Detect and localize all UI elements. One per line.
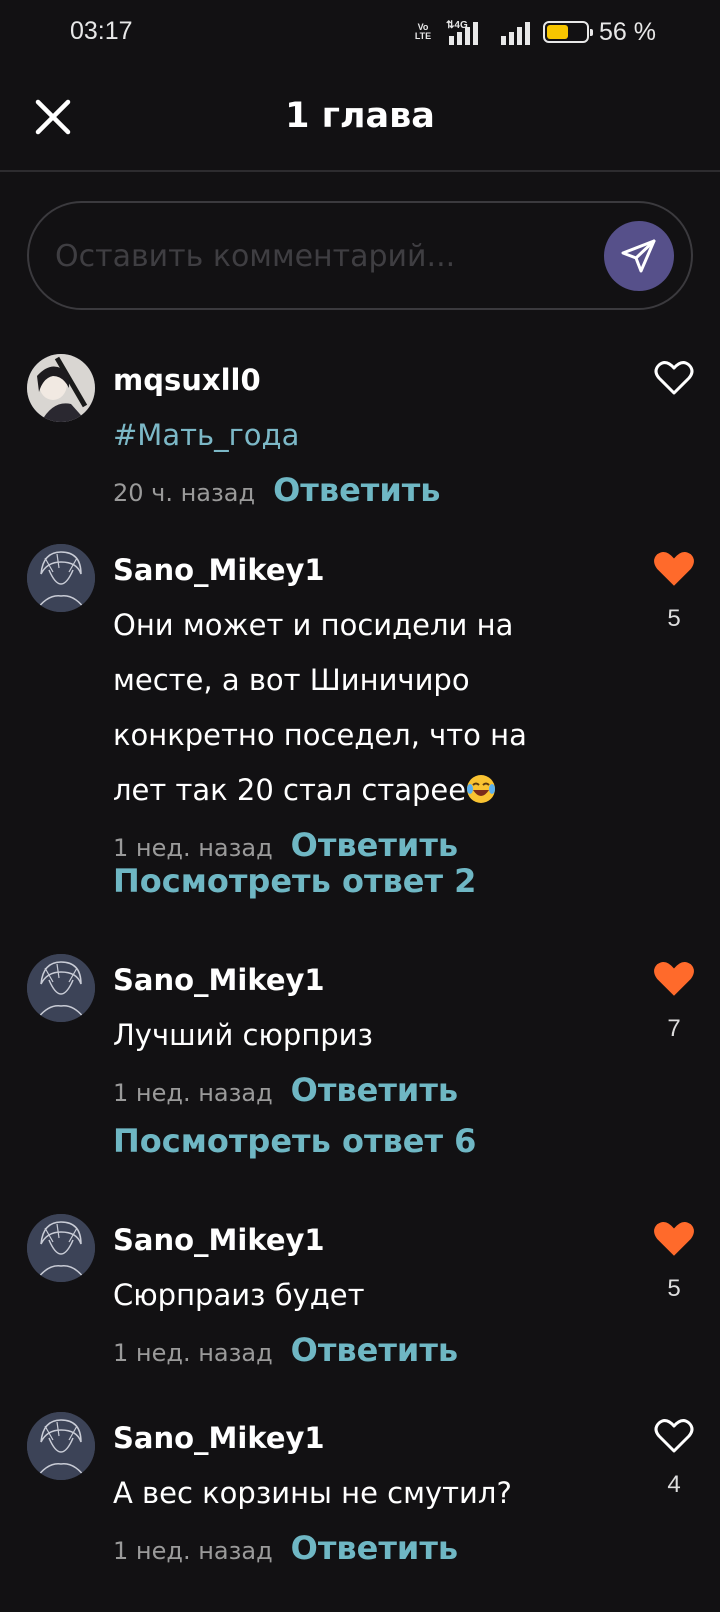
like-control: 7 [652, 960, 696, 1042]
battery-percent: 56 % [599, 17, 656, 46]
comment-time: 1 нед. назад [113, 1339, 273, 1367]
like-count: 5 [667, 605, 681, 632]
reply-button[interactable]: Ответить [291, 1071, 458, 1109]
comments-screen: 03:17 Vo LTE ⇅4G 56 % 1 глава Оставить к… [0, 0, 720, 1612]
heart-filled-icon[interactable] [653, 550, 695, 588]
status-indicators: Vo LTE ⇅4G 56 % [409, 18, 656, 46]
battery-indicator: 56 % [543, 18, 656, 47]
like-control: 4 [652, 1418, 696, 1498]
comment-username[interactable]: Sano_Mikey1 [113, 550, 583, 590]
comment-composer [27, 201, 693, 310]
comment-meta: 1 нед. назад Ответить [113, 1331, 583, 1381]
reply-button[interactable]: Ответить [291, 1529, 458, 1567]
comment-item: Sano_Mikey1 Лучший сюрприз 1 нед. назад … [0, 940, 720, 1200]
comment-meta: 1 нед. назад Ответить [113, 1529, 583, 1579]
comment-list: mqsuxll0 #Мать_года 20 ч. назад Ответить [0, 340, 720, 1598]
comment-body: Sano_Mikey1 А вес корзины не смутил? 1 н… [113, 1398, 583, 1579]
avatar[interactable] [27, 954, 95, 1022]
view-replies-button[interactable]: Посмотреть ответ 6 [113, 1122, 476, 1160]
comment-time: 1 нед. назад [113, 1537, 273, 1565]
comment-body: Sano_Mikey1 Они может и посидели на мест… [113, 530, 583, 876]
volte-icon: Vo LTE [414, 22, 432, 41]
comment-username[interactable]: mqsuxll0 [113, 360, 583, 400]
like-count: 4 [667, 1471, 681, 1498]
comment-body: Sano_Mikey1 Сюрпраиз будет 1 нед. назад … [113, 1200, 583, 1381]
like-count: 7 [667, 1015, 681, 1042]
signal-bars-icon [501, 19, 535, 45]
comment-meta: 20 ч. назад Ответить [113, 471, 583, 521]
reply-button[interactable]: Ответить [291, 1331, 458, 1369]
app-header: 1 глава [0, 66, 720, 172]
comment-time: 1 нед. назад [113, 1079, 273, 1107]
comment-username[interactable]: Sano_Mikey1 [113, 1418, 583, 1458]
reply-button[interactable]: Ответить [291, 826, 458, 864]
status-time: 03:17 [70, 17, 133, 45]
view-replies-button[interactable]: Посмотреть ответ 2 [113, 862, 476, 900]
like-control: 5 [652, 550, 696, 632]
comment-time: 1 нед. назад [113, 834, 273, 862]
avatar[interactable] [27, 354, 95, 422]
page-title: 1 глава [285, 96, 435, 136]
heart-outline-icon[interactable] [654, 1418, 694, 1454]
battery-fill [547, 25, 569, 39]
avatar[interactable] [27, 1214, 95, 1282]
battery-icon [543, 21, 594, 43]
comment-body: mqsuxll0 #Мать_года 20 ч. назад Ответить [113, 340, 583, 521]
laughing-emoji-icon [467, 775, 496, 803]
like-count: 5 [667, 1275, 681, 1302]
avatar[interactable] [27, 544, 95, 612]
comment-item: Sano_Mikey1 Сюрпраиз будет 1 нед. назад … [0, 1200, 720, 1398]
comment-input[interactable] [53, 225, 583, 287]
heart-filled-icon[interactable] [653, 1220, 695, 1258]
like-control [652, 360, 696, 414]
comment-text[interactable]: Лучший сюрприз [113, 1008, 583, 1063]
heart-outline-icon[interactable] [654, 360, 694, 396]
send-icon [621, 239, 656, 273]
comment-item: mqsuxll0 #Мать_года 20 ч. назад Ответить [0, 340, 720, 530]
like-control: 5 [652, 1220, 696, 1302]
comment-username[interactable]: Sano_Mikey1 [113, 1220, 583, 1260]
comment-time: 20 ч. назад [113, 479, 256, 507]
comment-text[interactable]: Сюрпраиз будет [113, 1268, 583, 1323]
comment-item: Sano_Mikey1 А вес корзины не смутил? 1 н… [0, 1398, 720, 1598]
comment-item: Sano_Mikey1 Они может и посидели на мест… [0, 530, 720, 940]
comment-username[interactable]: Sano_Mikey1 [113, 960, 583, 1000]
comment-text[interactable]: А вес корзины не смутил? [113, 1466, 583, 1521]
svg-text:⇅4G: ⇅4G [446, 20, 468, 31]
avatar[interactable] [27, 1412, 95, 1480]
comment-meta: 1 нед. назад Ответить [113, 1071, 583, 1121]
send-button[interactable] [604, 221, 674, 291]
heart-filled-icon[interactable] [653, 960, 695, 998]
reply-button[interactable]: Ответить [273, 471, 440, 509]
status-bar: 03:17 Vo LTE ⇅4G 56 % [0, 0, 720, 66]
comment-body: Sano_Mikey1 Лучший сюрприз 1 нед. назад … [113, 940, 583, 1121]
signal-4g-icon: ⇅4G [445, 19, 493, 45]
comment-text[interactable]: #Мать_года [113, 408, 583, 463]
